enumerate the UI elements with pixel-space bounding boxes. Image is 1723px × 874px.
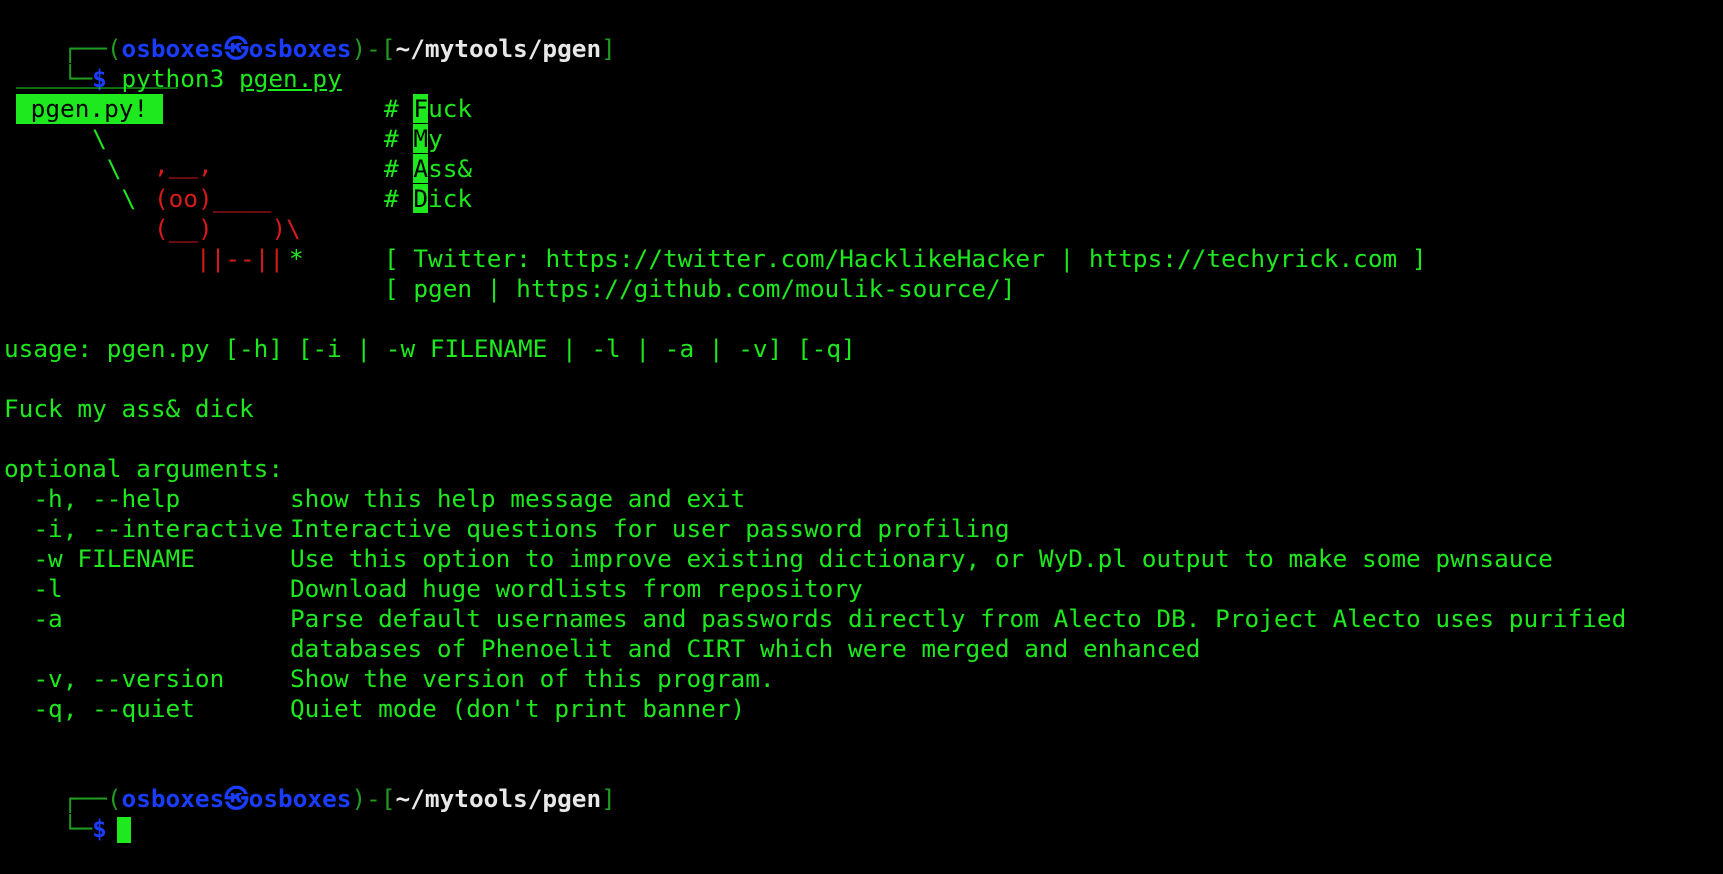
cow-legs: ||--||	[196, 244, 285, 273]
banner-links-2: [ pgen | https://github.com/moulik-sourc…	[384, 274, 1016, 303]
banner-dashes: ___________	[16, 60, 178, 89]
option-desc: show this help message and exit	[290, 484, 746, 513]
cow-legs-line: ||--|| * [ Twitter: https://twitter.com/…	[4, 244, 1719, 274]
banner-title: pgen.py!	[16, 94, 163, 124]
option-flag: -i, --interactive	[4, 514, 284, 543]
banner-ascii-line-1: \ # My	[4, 124, 1719, 154]
option-desc: Interactive questions for user password …	[290, 514, 1010, 543]
option-desc: databases of Phenoelit and CIRT which we…	[290, 634, 1201, 663]
prompt-dollar: $	[92, 814, 107, 843]
option-desc: Show the version of this program.	[290, 664, 775, 693]
banner-backslash-1: \	[4, 124, 107, 153]
cow-body-line: (__) )\	[4, 214, 1719, 244]
option-row: -q, --quiet Quiet mode (don't print bann…	[4, 694, 1719, 724]
banner-links-1: [ Twitter: https://twitter.com/HacklikeH…	[384, 244, 1427, 273]
option-flag: -v, --version	[4, 664, 225, 693]
banner-hash-line-2: # My	[384, 124, 443, 153]
banner-dashes-line: ___________	[4, 60, 1719, 94]
cow-face: (oo)____	[154, 184, 272, 213]
prompt-line-top-2: ┌──(osboxes㉿osboxes)-[~/mytools/pgen]	[4, 754, 1719, 813]
option-row: -i, --interactive Interactive questions …	[4, 514, 1719, 544]
optional-arguments-header: optional arguments:	[4, 454, 284, 483]
cow-horns: ,__,	[154, 150, 213, 179]
option-desc: Quiet mode (don't print banner)	[290, 694, 746, 723]
banner-backslash-2: \	[4, 154, 122, 183]
terminal-window[interactable]: ┌──(osboxes㉿osboxes)-[~/mytools/pgen] └─…	[4, 4, 1719, 843]
option-row: -v, --version Show the version of this p…	[4, 664, 1719, 694]
banner-backslash-3: \	[4, 184, 137, 213]
option-flag: -q, --quiet	[4, 694, 195, 723]
banner-ascii-line-3: \ (oo)____ # Dick	[4, 184, 1719, 214]
input-line[interactable]: └─$	[4, 784, 1719, 843]
prompt-line-top: ┌──(osboxes㉿osboxes)-[~/mytools/pgen]	[4, 4, 1719, 63]
banner-hash-line-1: # Fuck	[384, 94, 473, 123]
option-row-continued: databases of Phenoelit and CIRT which we…	[4, 634, 1719, 664]
option-flag: -w FILENAME	[4, 544, 195, 573]
description-line: Fuck my ass& dick	[4, 394, 254, 423]
option-desc: Parse default usernames and passwords di…	[290, 604, 1627, 633]
option-desc: Download huge wordlists from repository	[290, 574, 863, 603]
option-flag: -a	[4, 604, 63, 633]
option-row: -w FILENAME Use this option to improve e…	[4, 544, 1719, 574]
banner-ascii-line-2: \ ,__, # Ass&	[4, 150, 1719, 184]
prompt-corner-bottom: └─	[62, 814, 93, 843]
banner-hash-line-3: # Ass&	[384, 154, 473, 183]
option-desc: Use this option to improve existing dict…	[290, 544, 1553, 573]
option-flag: -h, --help	[4, 484, 181, 513]
banner-title-line: pgen.py! # Fuck	[4, 94, 1719, 124]
option-row: -l Download huge wordlists from reposito…	[4, 574, 1719, 604]
cow-star: *	[289, 244, 304, 273]
option-row: -h, --help show this help message and ex…	[4, 484, 1719, 514]
usage-line: usage: pgen.py [-h] [-i | -w FILENAME | …	[4, 334, 856, 363]
option-flag: -l	[4, 574, 63, 603]
command-line: └─$ python3 pgen.py	[4, 34, 1719, 93]
option-row: -a Parse default usernames and passwords…	[4, 604, 1719, 634]
text-cursor[interactable]	[116, 817, 131, 843]
banner-links-line-2: [ pgen | https://github.com/moulik-sourc…	[4, 274, 1719, 304]
cow-body: (__) )\	[154, 214, 301, 243]
banner-hash-line-4: # Dick	[384, 184, 473, 213]
